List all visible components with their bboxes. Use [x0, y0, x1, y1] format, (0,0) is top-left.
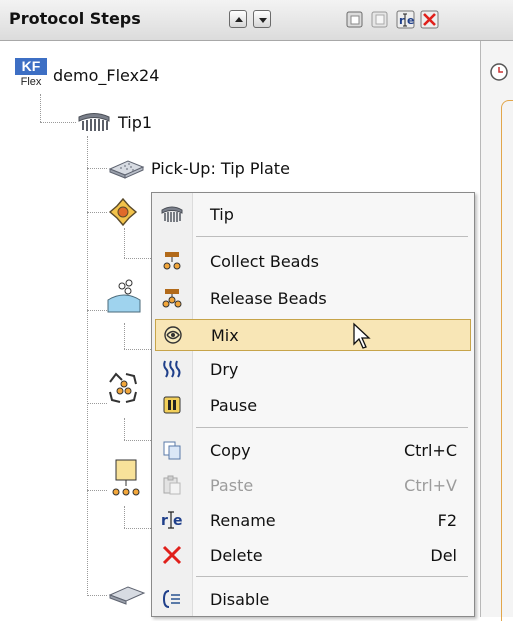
paste-icon: [155, 469, 189, 501]
delete-icon: [420, 10, 439, 29]
delete-button[interactable]: [420, 10, 439, 29]
tip-icon: [155, 198, 189, 230]
tree-node-release-step[interactable]: [104, 456, 144, 500]
tree-connector: [124, 506, 125, 528]
rename-button[interactable]: r e: [396, 10, 415, 29]
tree-node-mix-step[interactable]: [107, 196, 139, 228]
menu-item-label: Paste: [210, 475, 254, 495]
menu-item-tip[interactable]: Tip: [155, 198, 471, 230]
tree-connector: [124, 440, 151, 441]
menu-item-label: Delete: [210, 545, 263, 565]
menu-item-label: Disable: [210, 589, 270, 609]
context-menu: Tip Collect Beads Release Beads Mix Dry: [151, 192, 475, 617]
plate-icon: [108, 586, 146, 605]
right-strip: [481, 40, 513, 621]
tree-connector: [87, 136, 88, 596]
panel-title: Protocol Steps: [9, 9, 141, 28]
menu-item-label: Dry: [210, 359, 239, 379]
triangle-down-icon: [259, 18, 267, 23]
menu-item-label: Tip: [210, 204, 234, 224]
menu-item-label: Collect Beads: [210, 251, 319, 271]
tree-connector: [124, 323, 125, 349]
kf-badge-bottom: Flex: [20, 76, 42, 88]
mouse-pointer-icon: [353, 322, 371, 349]
svg-text:r: r: [399, 14, 405, 27]
menu-item-label: Rename: [210, 510, 276, 530]
menu-item-mix[interactable]: Mix: [155, 319, 471, 351]
menu-item-disable[interactable]: Disable: [155, 583, 471, 615]
menu-item-dry[interactable]: Dry: [155, 353, 471, 385]
mix-icon: [156, 319, 190, 351]
kf-flex-icon: KF Flex: [15, 58, 47, 92]
tree-connector: [124, 228, 125, 258]
svg-text:e: e: [407, 14, 414, 27]
tree-node-beads-step[interactable]: [104, 276, 144, 316]
paste-icon: [371, 11, 388, 28]
tree-connector: [87, 212, 107, 213]
paste-button[interactable]: [370, 10, 388, 28]
tree-connector: [40, 122, 76, 123]
menu-item-label: Mix: [211, 325, 239, 345]
tree-connector: [124, 258, 151, 259]
triangle-up-icon: [235, 17, 243, 22]
menu-item-delete[interactable]: Delete Del: [155, 539, 471, 571]
tree-node-leave-plate[interactable]: [107, 582, 147, 610]
menu-separator: [196, 576, 468, 577]
rename-icon: re: [155, 504, 189, 536]
kf-badge-top: KF: [15, 58, 47, 75]
svg-text:r: r: [161, 513, 168, 529]
right-pane-frame: [501, 100, 513, 621]
menu-separator: [196, 427, 468, 428]
collect-beads-icon: [155, 245, 189, 277]
menu-item-collect-beads[interactable]: Collect Beads: [155, 245, 471, 277]
menu-item-label: Pause: [210, 395, 258, 415]
menu-item-shortcut: Del: [430, 545, 457, 565]
tip-rack-icon: [78, 113, 110, 131]
menu-item-shortcut: Ctrl+V: [404, 475, 457, 495]
menu-item-shortcut: Ctrl+C: [403, 440, 457, 460]
menu-item-paste[interactable]: Paste Ctrl+V: [155, 469, 471, 501]
tree-node-pickup[interactable]: Pick-Up: Tip Plate: [107, 154, 290, 182]
tree-connector: [87, 168, 107, 169]
tree-node-tip1[interactable]: Tip1: [76, 108, 152, 136]
panel-header: Protocol Steps r e: [0, 0, 513, 41]
menu-item-shortcut: F2: [437, 510, 457, 530]
svg-text:e: e: [173, 513, 183, 529]
delete-icon: [155, 539, 189, 571]
rename-icon: r e: [396, 10, 415, 29]
menu-item-rename[interactable]: re Rename F2: [155, 504, 471, 536]
tree-connector: [40, 94, 41, 122]
release-beads-icon: [155, 282, 189, 314]
tree-node-label: Pick-Up: Tip Plate: [151, 158, 290, 178]
tree-connector: [124, 349, 151, 350]
copy-icon: [346, 11, 363, 28]
tree-node-root[interactable]: KF Flex demo_Flex24: [15, 58, 159, 92]
tree-node-collect-step[interactable]: [104, 368, 144, 408]
copy-button[interactable]: [345, 10, 363, 28]
menu-item-label: Release Beads: [210, 288, 327, 308]
tree-connector: [87, 595, 107, 596]
menu-item-copy[interactable]: Copy Ctrl+C: [155, 434, 471, 466]
move-up-button[interactable]: [229, 10, 247, 28]
collect-step-icon: [109, 372, 137, 403]
dry-icon: [155, 353, 189, 385]
menu-separator: [196, 236, 468, 237]
release-step-icon: [112, 459, 140, 496]
tree-node-label: Tip1: [118, 112, 153, 132]
move-down-button[interactable]: [253, 10, 271, 28]
beads-step-icon: [107, 279, 141, 313]
tree-connector: [124, 528, 151, 529]
menu-item-release-beads[interactable]: Release Beads: [155, 282, 471, 314]
menu-item-pause[interactable]: Pause: [155, 389, 471, 421]
pause-icon: [155, 389, 189, 421]
disable-icon: [155, 583, 189, 615]
clock-icon: [490, 63, 508, 81]
mix-step-icon: [108, 197, 138, 227]
tip-plate-icon: [108, 160, 145, 179]
menu-item-label: Copy: [210, 440, 251, 460]
tree-node-label: demo_Flex24: [53, 65, 160, 85]
copy-icon: [155, 434, 189, 466]
tree-connector: [124, 418, 125, 440]
